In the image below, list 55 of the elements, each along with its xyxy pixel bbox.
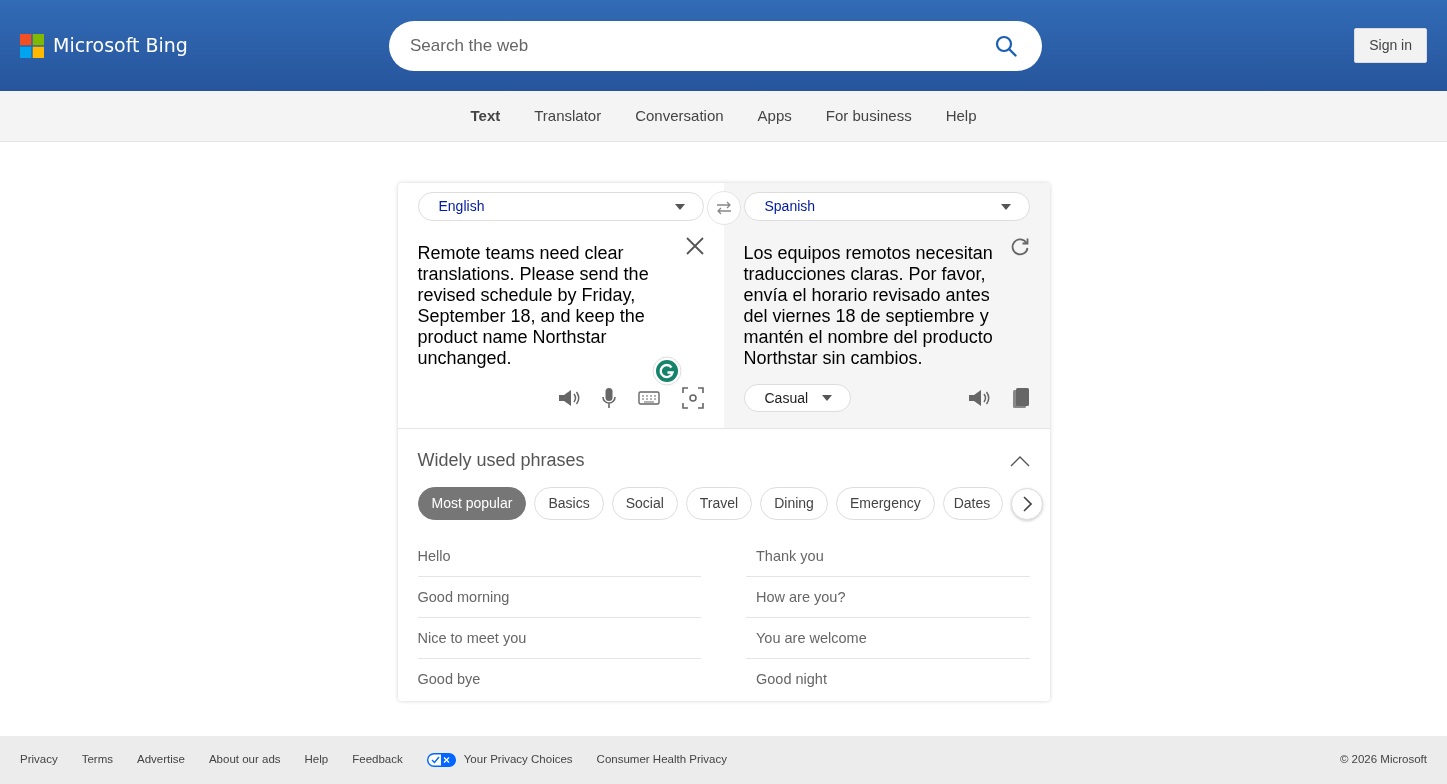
nav-tab[interactable]: Conversation — [618, 100, 741, 132]
search-field[interactable]: Search the web — [389, 20, 1042, 71]
privacy-toggle-icon — [426, 753, 456, 767]
source-text-field[interactable]: Remote teams need clear translations. Please send the revised schedule by Friday, September 18, and keep the product name Northstar unchanged. — [417, 243, 673, 369]
category-chip[interactable]: Travel — [685, 487, 753, 520]
phrase-item[interactable]: Good bye — [417, 671, 481, 687]
phrase-item[interactable]: You are welcome — [756, 630, 867, 646]
category-chip[interactable]: Basics — [534, 487, 604, 520]
refresh-icon[interactable] — [1009, 237, 1030, 257]
phrase-item[interactable]: Nice to meet you — [417, 630, 527, 646]
copy-icon[interactable] — [1011, 387, 1030, 409]
search-icon[interactable] — [995, 34, 1017, 57]
speaker-icon[interactable] — [967, 388, 990, 408]
footer-link[interactable]: Advertise — [137, 751, 185, 769]
category-chip[interactable]: Dates — [942, 487, 1004, 520]
phrase-item[interactable]: Good morning — [417, 589, 510, 605]
category-chip[interactable]: Social — [611, 487, 678, 520]
keyboard-icon[interactable] — [637, 390, 660, 406]
phrase-item[interactable]: Thank you — [756, 548, 824, 564]
speaker-icon[interactable] — [557, 388, 580, 408]
nav-tab[interactable]: Apps — [740, 100, 809, 132]
footer-link[interactable]: Privacy — [20, 751, 58, 769]
translation-text: Los equipos remotos necesitan traducciones claras. Por favor, envía el horario revisado antes del viernes 18 de septiembre y mantén el nombre del producto Northstar sin cambios. — [743, 243, 994, 369]
logo-icon — [20, 33, 44, 58]
next-button[interactable] — [1011, 488, 1044, 520]
swap-icon — [715, 201, 732, 215]
phrase-item[interactable]: How are you? — [756, 589, 846, 605]
collapse-icon[interactable] — [1009, 454, 1030, 467]
footer-link[interactable]: Terms — [81, 751, 113, 769]
camera-icon[interactable] — [681, 387, 704, 409]
tone-dropdown[interactable]: Casual — [743, 384, 852, 412]
nav-tab[interactable]: Text — [453, 100, 518, 132]
g-badge-icon[interactable] — [651, 356, 682, 386]
section-title: Widely used phrases — [417, 449, 585, 472]
source-language-select[interactable]: English — [417, 192, 704, 221]
clear-icon[interactable] — [685, 237, 704, 255]
footer-link[interactable]: Help — [304, 751, 329, 769]
nav-tab[interactable]: Help — [928, 100, 994, 132]
microphone-icon[interactable] — [601, 387, 616, 409]
category-chip[interactable]: Emergency — [835, 487, 935, 520]
nav-tab[interactable]: Translator — [517, 100, 619, 132]
nav-tab[interactable]: For business — [808, 100, 929, 132]
privacy-choices-link[interactable]: Your Privacy Choices — [463, 751, 573, 769]
category-chip[interactable]: Most popular — [417, 487, 527, 520]
logo-text: Microsoft Bing — [53, 33, 188, 59]
target-language-select[interactable]: Spanish — [743, 192, 1030, 221]
footer-link[interactable]: Consumer Health Privacy — [596, 751, 727, 769]
footer-link[interactable]: About our ads — [208, 751, 281, 769]
sign-in-button[interactable]: Sign in — [1354, 28, 1427, 63]
phrase-item[interactable]: Hello — [417, 548, 451, 564]
copyright-text: © 2026 Microsoft — [1339, 752, 1427, 768]
footer-link[interactable]: Feedback — [352, 751, 403, 769]
chevron-right-icon — [1022, 496, 1032, 512]
phrase-item[interactable]: Good night — [756, 671, 827, 687]
category-chip[interactable]: Dining — [760, 487, 828, 520]
